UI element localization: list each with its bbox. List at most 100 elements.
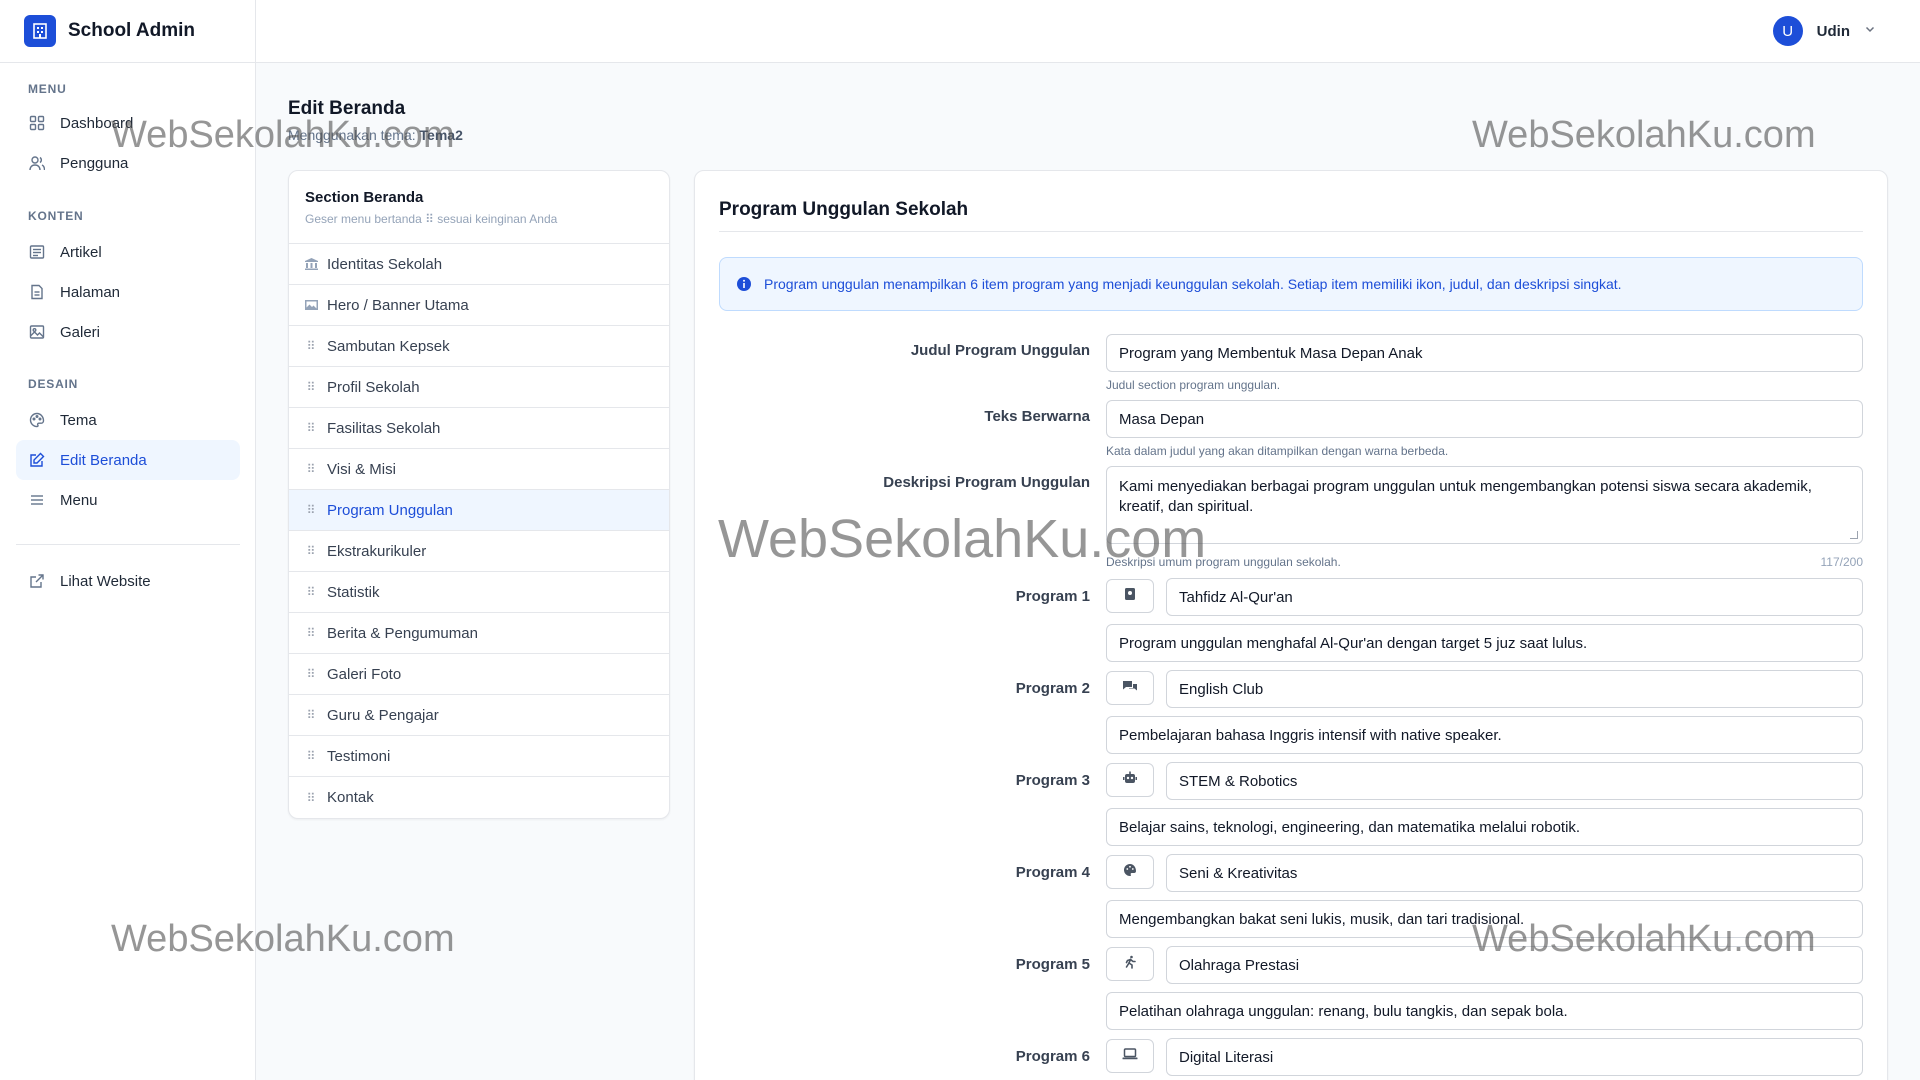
view-website-link[interactable]: Lihat Website: [16, 561, 240, 601]
judul-help: Judul section program unggulan.: [1106, 378, 1281, 392]
section-item-label: Identitas Sekolah: [327, 255, 443, 273]
section-item-label: Ekstrakurikuler: [327, 542, 427, 560]
section-item-label: Profil Sekolah: [327, 378, 420, 396]
building-icon: [24, 15, 56, 47]
info-icon: [736, 276, 752, 292]
grip-icon: ⠿: [306, 667, 316, 681]
grip-icon: ⠿: [306, 708, 316, 722]
menu-icon: [28, 491, 46, 509]
grip-icon: ⠿: [306, 462, 316, 476]
program-2-desc-input[interactable]: Pembelajaran bahasa Inggris intensif wit…: [1106, 716, 1863, 754]
section-item-label: Kontak: [327, 789, 374, 806]
program-4-icon-picker[interactable]: [1106, 855, 1154, 889]
program-2-icon-picker[interactable]: [1106, 671, 1154, 705]
view-website-label: Lihat Website: [60, 572, 151, 590]
image-icon: [303, 299, 319, 311]
section-item-identitas-sekolah[interactable]: Identitas Sekolah: [289, 244, 669, 285]
newspaper-icon: [28, 243, 46, 261]
user-menu[interactable]: U Udin: [1772, 16, 1876, 46]
grip-icon: ⠿: [306, 790, 316, 805]
users-icon: [28, 154, 46, 172]
program-5-desc-input[interactable]: Pelatihan olahraga unggulan: renang, bul…: [1106, 992, 1863, 1030]
program-3-label: Program 3: [1015, 772, 1090, 789]
judul-label: Judul Program Unggulan: [910, 342, 1090, 359]
grip-icon: ⠿: [306, 503, 316, 517]
user-name: Udin: [1816, 22, 1850, 40]
palette-icon: [28, 411, 46, 429]
sidebar-item-label: Edit Beranda: [60, 451, 147, 469]
resize-handle[interactable]: [1850, 531, 1858, 539]
section-item-label: Galeri Foto: [327, 665, 402, 683]
program-1-title-input[interactable]: Tahfidz Al-Qur'an: [1166, 578, 1863, 616]
section-item-label: Hero / Banner Utama: [327, 296, 469, 314]
section-item-profil-sekolah[interactable]: ⠿ Profil Sekolah: [289, 367, 669, 408]
brand[interactable]: School Admin: [0, 0, 255, 63]
laptop-icon: [1122, 1047, 1138, 1065]
program-3-desc-input[interactable]: Belajar sains, teknologi, engineering, d…: [1106, 808, 1863, 846]
section-item-label: Program Unggulan: [327, 501, 453, 519]
section-item-hero-banner[interactable]: Hero / Banner Utama: [289, 285, 669, 326]
program-4-title-input[interactable]: Seni & Kreativitas: [1166, 854, 1863, 892]
section-item-kontak[interactable]: ⠿ Kontak: [289, 777, 669, 818]
sidebar-item-artikel[interactable]: Artikel: [16, 232, 240, 272]
school-icon: [303, 258, 319, 270]
quran-icon: [1123, 587, 1137, 606]
sidebar-item-menu[interactable]: Menu: [16, 480, 240, 520]
sidebar-item-label: Halaman: [60, 283, 121, 301]
teks-berwarna-input[interactable]: Masa Depan: [1106, 400, 1863, 438]
judul-input[interactable]: Program yang Membentuk Masa Depan Anak: [1106, 334, 1863, 372]
sidebar-item-tema[interactable]: Tema: [16, 400, 240, 440]
program-2-label: Program 2: [1015, 680, 1090, 697]
info-alert: Program unggulan menampilkan 6 item prog…: [719, 257, 1863, 311]
section-item-galeri-foto[interactable]: ⠿ Galeri Foto: [289, 654, 669, 695]
program-6-icon-picker[interactable]: [1106, 1039, 1154, 1073]
program-5-label: Program 5: [1015, 956, 1090, 973]
section-item-ekstrakurikuler[interactable]: ⠿ Ekstrakurikuler: [289, 531, 669, 572]
sidebar-item-galeri[interactable]: Galeri: [16, 312, 240, 352]
section-item-visi-misi[interactable]: ⠿ Visi & Misi: [289, 449, 669, 490]
brand-name: School Admin: [68, 20, 196, 41]
section-item-sambutan-kepsek[interactable]: ⠿ Sambutan Kepsek: [289, 326, 669, 367]
watermark: WebSekolahKu.com: [111, 114, 455, 156]
grip-icon: ⠿: [306, 626, 316, 640]
deskripsi-label: Deskripsi Program Unggulan: [883, 474, 1090, 491]
section-list-hint: Geser menu bertanda ⠿ sesuai keinginan A…: [305, 212, 558, 226]
section-item-fasilitas-sekolah[interactable]: ⠿ Fasilitas Sekolah: [289, 408, 669, 449]
deskripsi-textarea[interactable]: Kami menyediakan berbagai program unggul…: [1106, 466, 1863, 544]
section-list: Identitas Sekolah Hero / Banner Utama ⠿ S…: [289, 244, 669, 818]
running-icon: [1124, 955, 1136, 974]
watermark: WebSekolahKu.com: [1472, 114, 1816, 156]
deskripsi-counter: 117/200: [1820, 555, 1864, 569]
section-item-label: Visi & Misi: [327, 460, 396, 478]
section-item-label: Berita & Pengumuman: [327, 624, 478, 642]
section-item-guru-pengajar[interactable]: ⠿ Guru & Pengajar: [289, 695, 669, 736]
grip-icon: ⠿: [306, 339, 316, 353]
sidebar-item-edit-beranda[interactable]: Edit Beranda: [16, 440, 240, 480]
section-list-title: Section Beranda: [305, 189, 424, 206]
form-divider: [719, 231, 1863, 232]
program-1-label: Program 1: [1015, 588, 1090, 605]
program-6-title-input[interactable]: Digital Literasi: [1166, 1038, 1863, 1076]
grip-icon: ⠿: [306, 585, 316, 599]
program-1-icon-picker[interactable]: [1106, 579, 1154, 613]
program-6-label: Program 6: [1015, 1048, 1090, 1065]
section-item-testimoni[interactable]: ⠿ Testimoni: [289, 736, 669, 777]
section-item-label: Testimoni: [327, 747, 391, 765]
program-3-icon-picker[interactable]: [1106, 763, 1154, 797]
program-5-icon-picker[interactable]: [1106, 947, 1154, 981]
section-item-berita-pengumuman[interactable]: ⠿ Berita & Pengumuman: [289, 613, 669, 654]
section-item-statistik[interactable]: ⠿ Statistik: [289, 572, 669, 613]
comments-icon: [1122, 679, 1138, 698]
palette-icon: [1123, 863, 1137, 882]
program-1-desc-input[interactable]: Program unggulan menghafal Al-Qur'an den…: [1106, 624, 1863, 662]
section-item-label: Fasilitas Sekolah: [327, 419, 441, 437]
nav-section-desain: DESAIN: [28, 377, 79, 391]
program-4-label: Program 4: [1015, 864, 1090, 881]
avatar: U: [1772, 16, 1803, 46]
edit-icon: [28, 451, 46, 469]
sidebar-item-label: Galeri: [60, 323, 101, 341]
section-item-program-unggulan[interactable]: ⠿ Program Unggulan: [289, 490, 669, 531]
sidebar-item-halaman[interactable]: Halaman: [16, 272, 240, 312]
program-3-title-input[interactable]: STEM & Robotics: [1166, 762, 1863, 800]
program-2-title-input[interactable]: English Club: [1166, 670, 1863, 708]
